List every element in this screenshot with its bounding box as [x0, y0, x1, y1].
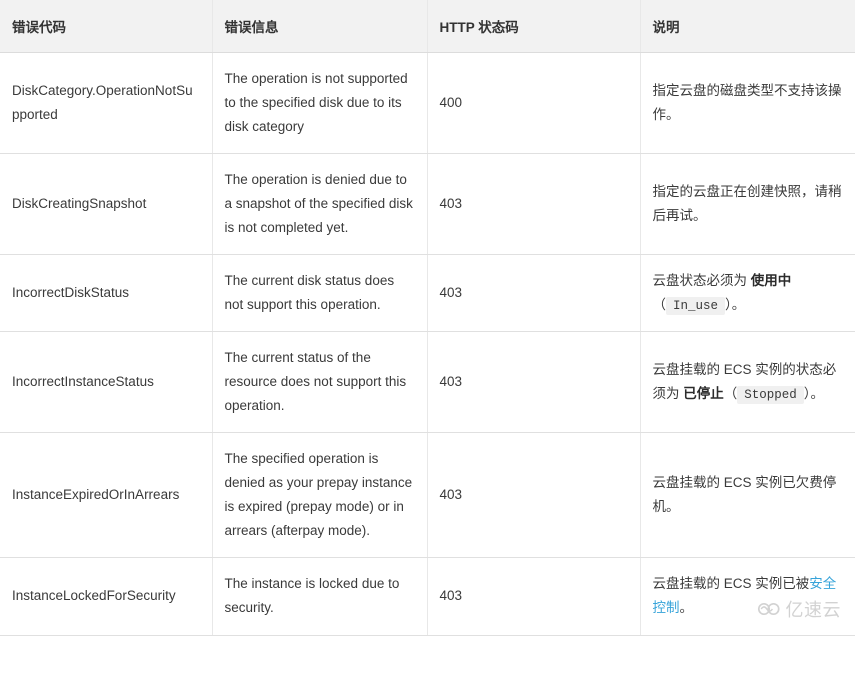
cell-error-code: DiskCategory.OperationNotSupported — [0, 52, 213, 155]
cell-http-status: 403 — [427, 432, 641, 559]
cell-http-status: 403 — [427, 557, 641, 636]
cell-error-message: The current status of the resource does … — [212, 331, 428, 434]
cell-error-code: IncorrectDiskStatus — [0, 254, 213, 333]
cell-http-status: 400 — [427, 52, 641, 155]
description-text: 指定云盘的磁盘类型不支持该操作。 — [652, 83, 842, 123]
cell-http-status: 403 — [427, 254, 641, 333]
cell-error-message: The specified operation is denied as you… — [212, 432, 428, 559]
description-text: 云盘状态必须为 — [652, 273, 751, 289]
table-row: InstanceLockedForSecurity The instance is… — [0, 557, 855, 636]
cell-http-status: 403 — [427, 153, 641, 256]
column-header-error-message: 错误信息 — [212, 0, 428, 53]
cell-error-message: The current disk status does not support… — [212, 254, 428, 333]
description-text: （ — [723, 386, 738, 402]
cell-error-code: DiskCreatingSnapshot — [0, 153, 213, 256]
cell-description: 云盘挂载的 ECS 实例已被安全控制。 — [640, 557, 855, 636]
emphasized-value: 使用中 — [750, 273, 792, 289]
error-code-table: 错误代码 错误信息 HTTP 状态码 说明 DiskCategory.Opera… — [0, 0, 855, 636]
cell-error-message: The operation is denied due to a snapsho… — [212, 153, 428, 256]
column-header-description: 说明 — [640, 0, 855, 53]
table-body: DiskCategory.OperationNotSupported The op… — [0, 52, 855, 636]
inline-code-value: In_use — [666, 297, 726, 316]
inline-code-value: Stopped — [737, 386, 804, 405]
table-row: DiskCreatingSnapshot The operation is den… — [0, 153, 855, 256]
cell-description: 云盘状态必须为 使用中 （ In_use）。 — [640, 254, 855, 333]
table-row: DiskCategory.OperationNotSupported The op… — [0, 52, 855, 155]
description-text: （ — [652, 297, 667, 313]
table-row: InstanceExpiredOrInArrears The specified … — [0, 432, 855, 559]
cell-http-status: 403 — [427, 331, 641, 434]
description-text: 云盘挂载的 ECS 实例已欠费停机。 — [652, 475, 837, 515]
emphasized-value: 已停止 — [683, 386, 724, 402]
cell-description: 云盘挂载的 ECS 实例已欠费停机。 — [640, 432, 855, 559]
column-header-error-code: 错误代码 — [0, 0, 213, 53]
cell-error-message: The operation is not supported to the sp… — [212, 52, 428, 155]
cell-description: 指定云盘的磁盘类型不支持该操作。 — [640, 52, 855, 155]
error-code-table-container: 错误代码 错误信息 HTTP 状态码 说明 DiskCategory.Opera… — [0, 0, 855, 636]
description-text: ）。 — [725, 297, 746, 313]
cell-error-code: InstanceLockedForSecurity — [0, 557, 213, 636]
cell-description: 云盘挂载的 ECS 实例的状态必须为 已停止（ Stopped）。 — [640, 331, 855, 434]
table-row: IncorrectInstanceStatus The current statu… — [0, 331, 855, 434]
description-text: 。 — [679, 600, 694, 616]
cell-description: 指定的云盘正在创建快照，请稍后再试。 — [640, 153, 855, 256]
cell-error-code: IncorrectInstanceStatus — [0, 331, 213, 434]
table-header: 错误代码 错误信息 HTTP 状态码 说明 — [0, 0, 855, 53]
description-text: 指定的云盘正在创建快照，请稍后再试。 — [652, 184, 842, 224]
table-row: IncorrectDiskStatus The current disk stat… — [0, 254, 855, 333]
cell-error-message: The instance is locked due to security. — [212, 557, 428, 636]
cell-error-code: InstanceExpiredOrInArrears — [0, 432, 213, 559]
description-text: ）。 — [803, 386, 825, 402]
description-text: 云盘挂载的 ECS 实例已被 — [652, 576, 810, 592]
column-header-http-status: HTTP 状态码 — [427, 0, 641, 53]
table-header-row: 错误代码 错误信息 HTTP 状态码 说明 — [0, 0, 855, 53]
